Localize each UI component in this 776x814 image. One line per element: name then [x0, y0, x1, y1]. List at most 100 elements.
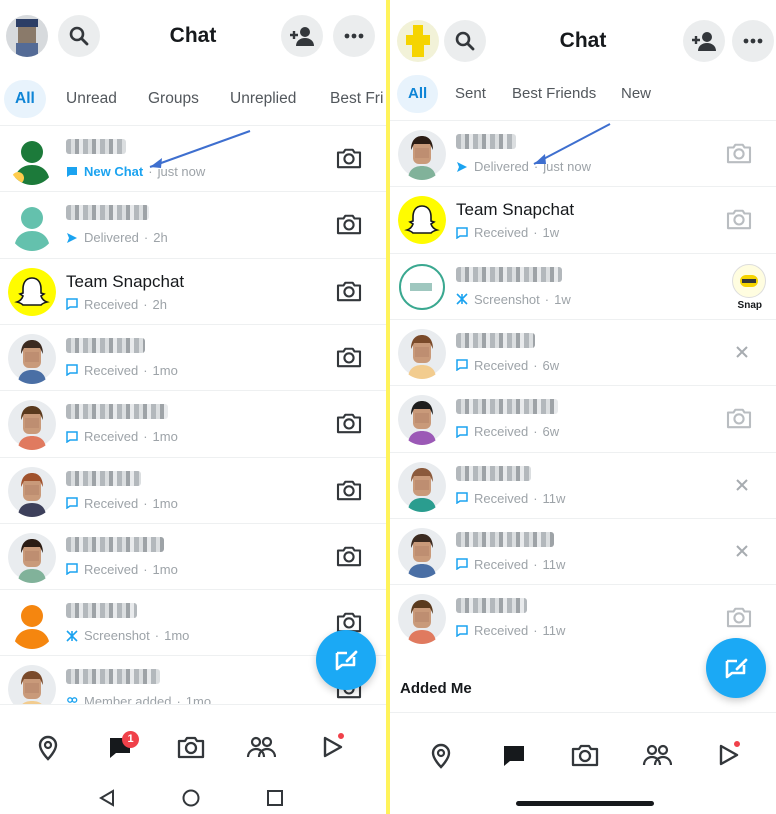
nav-spotlight[interactable]: [322, 731, 346, 764]
android-recents-button[interactable]: [266, 789, 284, 812]
nav-camera[interactable]: [177, 735, 205, 764]
received-chat-icon: [456, 359, 468, 372]
unread-badge: 1: [122, 731, 139, 748]
chat-row[interactable]: Received · 11w: [390, 584, 776, 650]
avatar[interactable]: [398, 460, 446, 512]
back-triangle-icon: [99, 789, 114, 807]
map-pin-icon: [431, 743, 451, 769]
chat-row[interactable]: Received · 1mo: [0, 323, 386, 390]
new-chat-fab[interactable]: [316, 630, 376, 690]
new-chat-fab[interactable]: [706, 638, 766, 698]
more-button[interactable]: [732, 20, 774, 62]
contact-name: [66, 470, 141, 491]
tab-new[interactable]: New: [621, 75, 651, 113]
bottom-nav: [390, 712, 776, 814]
received-chat-icon: [456, 227, 468, 239]
camera-icon[interactable]: [336, 479, 362, 501]
chat-row[interactable]: Received · 11w: [390, 451, 776, 518]
nav-chat[interactable]: 1: [108, 731, 139, 764]
close-icon[interactable]: [736, 478, 748, 491]
chat-status: Received · 1mo: [66, 429, 178, 444]
separator-dot: ·: [143, 561, 148, 577]
nav-camera[interactable]: [571, 743, 599, 772]
redacted-name: [456, 598, 527, 614]
spotlight-dot: [336, 731, 346, 741]
chat-row[interactable]: Received · 11w: [390, 517, 776, 584]
redacted-name: [456, 531, 554, 547]
avatar[interactable]: [398, 327, 446, 379]
chat-row[interactable]: Delivered · 2h: [0, 191, 386, 257]
nav-spotlight[interactable]: [718, 739, 742, 772]
chat-row[interactable]: Screenshot · 1w Snap: [390, 252, 776, 319]
tab-sent[interactable]: Sent: [455, 75, 486, 113]
home-indicator[interactable]: [516, 801, 654, 806]
add-friend-button[interactable]: [683, 20, 725, 62]
camera-icon[interactable]: [336, 545, 362, 567]
chat-row[interactable]: Received · 6w: [390, 318, 776, 385]
add-friend-button[interactable]: [281, 15, 323, 57]
android-back-button[interactable]: [98, 789, 116, 812]
avatar[interactable]: [8, 133, 56, 185]
nav-map[interactable]: [429, 743, 453, 774]
camera-icon[interactable]: [726, 142, 752, 164]
tab-best-friends[interactable]: Best Friends: [512, 75, 596, 113]
separator-dot: ·: [533, 490, 538, 506]
avatar[interactable]: [398, 194, 446, 246]
chat-row[interactable]: Received · 6w: [390, 385, 776, 451]
avatar[interactable]: [8, 465, 56, 517]
chat-row[interactable]: Received · 1mo: [0, 390, 386, 456]
chat-row[interactable]: Received · 1mo: [0, 456, 386, 523]
avatar[interactable]: [8, 398, 56, 451]
tab-groups[interactable]: Groups: [148, 80, 199, 118]
timestamp: 2h: [152, 296, 168, 312]
tab-best-friends[interactable]: Best Fri: [330, 80, 383, 118]
chat-row[interactable]: Team Snapchat Received · 2h: [0, 257, 386, 324]
tab-unreplied[interactable]: Unreplied: [230, 80, 296, 118]
close-icon[interactable]: [736, 346, 748, 358]
status-text: Delivered: [84, 230, 139, 246]
chat-row[interactable]: Team Snapchat Received · 1w: [390, 186, 776, 252]
sent-arrow-icon: [67, 232, 77, 243]
avatar[interactable]: [8, 531, 56, 583]
nav-map[interactable]: [36, 735, 60, 766]
left-screen: Chat All Unread Groups Unreplied Best Fr…: [0, 0, 386, 814]
timestamp: 1mo: [152, 362, 178, 378]
contact-name: [456, 598, 527, 618]
camera-icon[interactable]: [336, 280, 362, 302]
avatar[interactable]: [398, 526, 446, 578]
close-icon[interactable]: [736, 545, 748, 557]
chat-row[interactable]: Received · 1mo: [0, 522, 386, 589]
avatar[interactable]: [398, 261, 446, 313]
more-button[interactable]: [333, 15, 375, 57]
avatar[interactable]: [398, 128, 446, 180]
camera-icon[interactable]: [336, 346, 362, 368]
received-chat-icon: [66, 497, 78, 509]
camera-icon[interactable]: [336, 213, 362, 235]
tab-all[interactable]: All: [4, 80, 46, 118]
compose-icon: [335, 650, 358, 671]
avatar[interactable]: [8, 199, 56, 252]
android-home-button[interactable]: [182, 789, 200, 812]
camera-icon[interactable]: [336, 412, 362, 434]
avatar[interactable]: [398, 592, 446, 645]
snap-button[interactable]: [732, 263, 766, 298]
camera-icon[interactable]: [726, 606, 752, 628]
camera-icon[interactable]: [336, 147, 362, 169]
camera-icon: [571, 744, 599, 767]
filter-tabs: All Sent Best Friends New: [390, 75, 776, 115]
timestamp: 1mo: [152, 495, 178, 511]
nav-stories[interactable]: [246, 735, 277, 764]
avatar[interactable]: [8, 332, 56, 384]
tab-all[interactable]: All: [397, 75, 439, 113]
avatar[interactable]: [8, 597, 56, 650]
received-chat-icon: [456, 492, 468, 504]
camera-icon[interactable]: [726, 407, 752, 429]
contact-name: Team Snapchat: [456, 200, 575, 220]
separator-dot: ·: [533, 357, 538, 373]
nav-chat[interactable]: [502, 743, 526, 772]
camera-icon[interactable]: [726, 208, 752, 230]
nav-stories[interactable]: [642, 743, 673, 772]
avatar[interactable]: [8, 266, 56, 318]
tab-unread[interactable]: Unread: [66, 80, 117, 118]
avatar[interactable]: [398, 393, 446, 446]
